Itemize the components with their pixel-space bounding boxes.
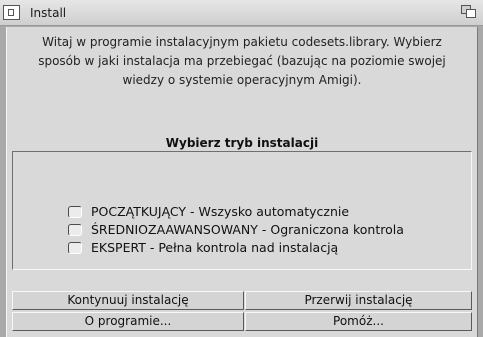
option-expert-checkbox[interactable] <box>68 242 82 254</box>
proceed-button[interactable]: Kontynuuj instalację <box>12 291 244 310</box>
help-button[interactable]: Pomóż... <box>245 312 472 331</box>
option-intermediate-label: ŚREDNIOZAAWANSOWANY - Ograniczona kontro… <box>91 222 404 237</box>
intro-line-1: Witaj w programie instalacyjnym pakietu … <box>42 35 442 49</box>
close-gadget-inner <box>8 9 14 16</box>
title-bar[interactable]: Install <box>0 0 483 26</box>
window-title: Install <box>30 6 67 20</box>
abort-button[interactable]: Przerwij instalację <box>245 291 472 310</box>
depth-arrange-icon[interactable] <box>461 5 478 20</box>
depth-gadget-front <box>466 9 476 18</box>
installer-window: Install Witaj w programie instalacyjnym … <box>0 0 483 337</box>
about-button[interactable]: O programie... <box>12 312 244 331</box>
option-expert-label: EKSPERT - Pełna kontrola nad instalacją <box>91 240 339 255</box>
window-content: Witaj w programie instalacyjnym pakietu … <box>6 27 478 337</box>
option-beginner-label: POCZĄTKUJĄCY - Wszysko automatycznie <box>91 204 350 219</box>
close-window-icon[interactable] <box>3 5 20 20</box>
intro-line-3: wiedzy o systemie operacyjnym Amigi). <box>122 73 362 87</box>
option-beginner-checkbox[interactable] <box>68 206 82 218</box>
install-mode-title: Wybierz tryb instalacji <box>165 136 319 150</box>
intro-text: Witaj w programie instalacyjnym pakietu … <box>7 33 477 90</box>
intro-line-2: sposób w jaki instalacja ma przebiegać (… <box>38 54 446 68</box>
install-mode-group: POCZĄTKUJĄCY - Wszysko automatycznie ŚRE… <box>12 151 472 270</box>
option-intermediate-checkbox[interactable] <box>68 224 82 236</box>
